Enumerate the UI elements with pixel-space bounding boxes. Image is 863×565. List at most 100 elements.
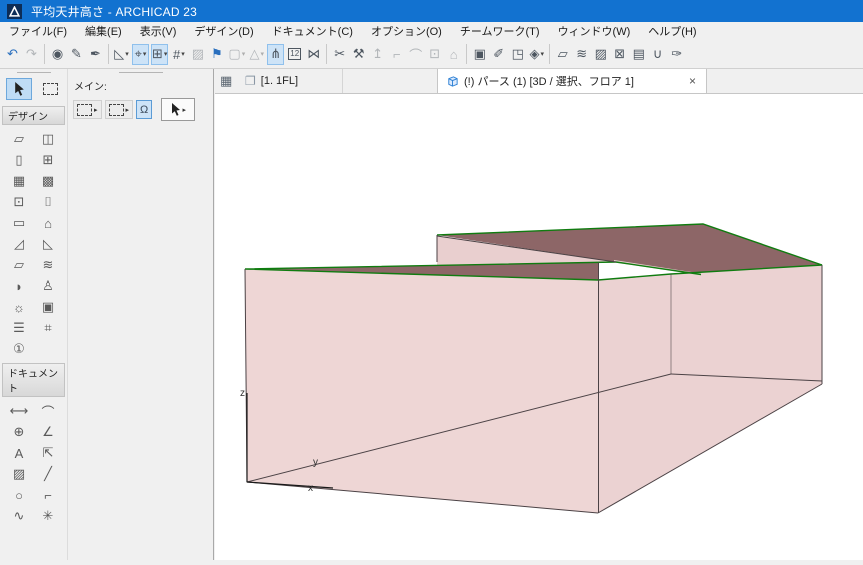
dropdown-caret-icon[interactable]: ▾ [164,50,168,58]
tool-column[interactable]: ⌷ [34,192,63,212]
freehand-sketch-icon[interactable]: ✐ [490,44,507,65]
menu-edit[interactable]: 編集(E) [76,21,131,41]
marquee-select-button[interactable]: ▸ [105,100,134,119]
tab-3d-perspective[interactable]: (!) パース (1) [3D / 選択、フロア 1] × [437,69,707,93]
arrow-tool-button[interactable] [6,78,32,100]
menu-view[interactable]: 表示(V) [131,21,186,41]
tool-lamp[interactable]: ☼ [5,297,34,317]
tool-polyline[interactable]: ⌐ [34,485,63,505]
redo-icon: ↷ [23,44,40,65]
tool-level-dimension[interactable]: ⊕ [5,422,34,442]
axis-label-z: z [240,388,245,399]
inject-parameters-icon[interactable]: ✒ [87,44,104,65]
survey-tool-icon[interactable]: ⋔ [267,44,284,65]
tool-spline[interactable]: ∿ [5,506,34,526]
trim-icon[interactable]: ✂ [331,44,348,65]
tool-curtain-wall-grid[interactable]: ▩ [34,171,63,191]
tool-panel[interactable]: ⊡ [5,192,34,212]
viewport-3d[interactable]: z y x [215,94,863,560]
tool-roof[interactable]: ⌂ [34,213,63,233]
menu-design[interactable]: デザイン(D) [185,21,262,41]
tool-circle[interactable]: ○ [5,485,34,505]
dropdown-caret-icon[interactable]: ▾ [540,50,544,58]
quad-view-icon[interactable]: ▦ [220,73,232,89]
measure-icon[interactable]: 12 [286,44,303,65]
marquee-icon [43,83,58,95]
front-wall-face [245,269,598,513]
undo-icon[interactable]: ↶ [4,44,21,65]
toolbox-section-header[interactable]: ドキュメント [2,363,65,397]
tool-text[interactable]: A [5,443,34,463]
snap-guides-icon[interactable]: ⌖▾ [132,44,149,65]
tool-slab[interactable]: ▱ [5,255,34,275]
menu-window[interactable]: ウィンドウ(W) [549,21,640,41]
paint-fill-icon[interactable]: ◈▾ [528,44,545,65]
tool-mesh[interactable]: ≋ [34,255,63,275]
tool-shell-2[interactable]: ◺ [34,234,63,254]
caret-icon: ▸ [126,106,130,114]
complex-profile-icon[interactable]: ∪ [649,44,666,65]
tool-window[interactable]: ⊞ [34,150,63,170]
tool-door[interactable]: ▯ [5,150,34,170]
dropdown-caret-icon[interactable]: ▾ [242,50,246,58]
toolbox-drag-handle[interactable] [17,72,51,73]
brush-icon[interactable]: ✑ [668,44,685,65]
split-icon[interactable]: ⚒ [350,44,367,65]
tool-curtain-wall[interactable]: ▦ [5,171,34,191]
menu-teamwork[interactable]: チームワーク(T) [451,21,549,41]
marquee-elements-icon [77,104,92,116]
tool-beam[interactable]: ▭ [5,213,34,233]
morph-icon[interactable]: ◳ [509,44,526,65]
slab-accessory-icon[interactable]: ▱ [554,44,571,65]
marquee-tool-button[interactable] [37,78,63,100]
coordinate-tracker-icon[interactable]: ⊞▾ [151,44,168,65]
tool-radial-dimension[interactable]: ⌒ [34,401,63,421]
infobox-drag-handle[interactable] [119,72,163,73]
axis-label-x: x [308,483,313,494]
grid-snap-icon[interactable]: #▾ [170,44,187,65]
tool-wall[interactable]: ▱ [5,129,34,149]
tool-hotspot[interactable]: ✳ [34,506,63,526]
dropdown-caret-icon[interactable]: ▾ [125,50,129,58]
tool-fill[interactable]: ▨ [5,464,34,484]
dropdown-caret-icon[interactable]: ▾ [260,50,264,58]
tool-change-marker[interactable]: ① [5,339,34,359]
tool-label[interactable]: ⇱ [34,443,63,463]
tool-shell[interactable]: ◿ [5,234,34,254]
tool-line[interactable]: ╱ [34,464,63,484]
hatch-3d-icon[interactable]: ⊠ [611,44,628,65]
guide-lines-icon[interactable]: ◺▾ [113,44,130,65]
toolbox-grid: ⟷⌒⊕∠A⇱▨╱○⌐∿✳ [0,399,67,528]
tool-stair[interactable]: ☰ [5,318,34,338]
dropdown-caret-icon[interactable]: ▾ [181,50,185,58]
roof-accessory-icon[interactable]: ≋ [573,44,590,65]
edit-nodes-icon[interactable]: ▣ [471,44,488,65]
tool-dimension[interactable]: ⟷ [5,401,34,421]
virtual-trace-icon[interactable]: ⚑ [208,44,225,65]
home-story-icon: ⌂ [445,44,462,65]
tool-zone[interactable]: ▣ [34,297,63,317]
wall-hatch-icon[interactable]: ▤ [630,44,647,65]
fill-hatch-icon[interactable]: ▨ [592,44,609,65]
stretch-icon[interactable]: ⋈ [305,44,322,65]
tab-close-icon[interactable]: × [687,74,698,88]
tool-object[interactable]: ♙ [34,276,63,296]
dropdown-caret-icon[interactable]: ▾ [143,50,147,58]
tab-floor-plan[interactable]: ❐ [1. 1FL] [237,69,343,93]
zoom-select-icon[interactable]: ◉ [49,44,66,65]
menu-help[interactable]: ヘルプ(H) [639,21,705,41]
tool-shell-3[interactable]: ◗ [5,276,34,296]
tool-railing[interactable]: ⌗ [34,318,63,338]
menu-document[interactable]: ドキュメント(C) [263,21,362,41]
toolbox-grid: ▱◫▯⊞▦▩⊡⌷▭⌂◿◺▱≋◗♙☼▣☰⌗① [0,127,67,361]
tool-composite-wall[interactable]: ◫ [34,129,63,149]
arrow-mode-button[interactable]: ▸ [161,98,195,121]
pick-up-parameters-icon[interactable]: ✎ [68,44,85,65]
magnet-snap-button[interactable]: Ω [136,100,152,119]
marquee-elements-button[interactable]: ▸ [73,100,102,119]
tool-angle-dimension[interactable]: ∠ [34,422,63,442]
frame-icon: ▢▾ [227,44,246,65]
toolbox-section-header[interactable]: デザイン [2,106,65,125]
menu-options[interactable]: オプション(O) [362,21,451,41]
menu-file[interactable]: ファイル(F) [0,21,76,41]
